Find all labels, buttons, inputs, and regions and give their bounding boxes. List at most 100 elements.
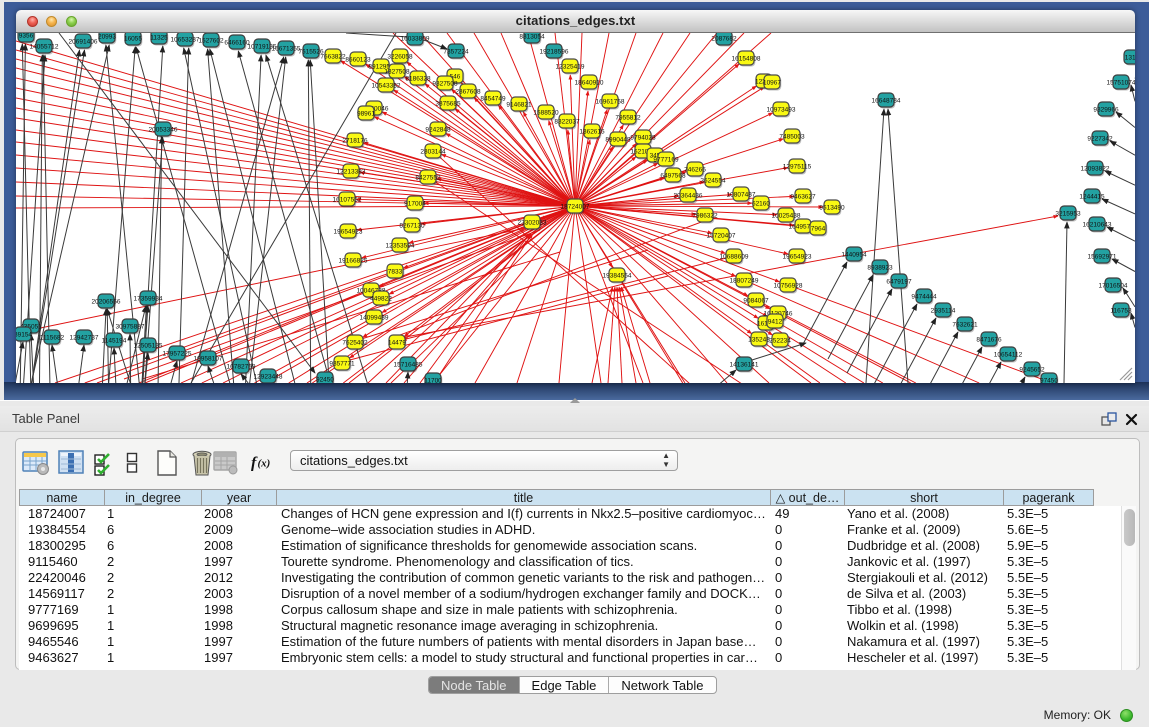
svg-text:10958107: 10958107 xyxy=(194,355,223,362)
svg-text:16648784: 16648784 xyxy=(872,97,901,104)
svg-text:1115682: 1115682 xyxy=(40,334,65,341)
svg-text:14136141: 14136141 xyxy=(730,361,759,368)
svg-text:9513490: 9513490 xyxy=(819,204,845,211)
svg-text:9777169: 9777169 xyxy=(653,156,679,163)
svg-text:20364436: 20364436 xyxy=(674,192,703,199)
svg-text:8186328: 8186328 xyxy=(405,75,431,82)
svg-text:7485003: 7485003 xyxy=(779,133,805,140)
svg-text:252234: 252234 xyxy=(769,337,791,344)
svg-text:9245652: 9245652 xyxy=(1019,366,1045,373)
svg-text:9463627: 9463627 xyxy=(790,193,816,200)
svg-text:10654112: 10654112 xyxy=(994,351,1023,358)
svg-text:3226058: 3226058 xyxy=(387,53,413,60)
svg-text:6479197: 6479197 xyxy=(886,278,912,285)
svg-text:19166825: 19166825 xyxy=(339,257,368,264)
svg-text:1244415: 1244415 xyxy=(1079,193,1105,200)
svg-text:1327508: 1327508 xyxy=(384,68,410,75)
svg-text:97450: 97450 xyxy=(1040,377,1058,383)
svg-text:11325: 11325 xyxy=(150,34,168,41)
svg-text:3215953: 3215953 xyxy=(1055,210,1081,217)
svg-text:1527602: 1527602 xyxy=(198,37,224,44)
svg-text:7663822: 7663822 xyxy=(320,53,346,60)
svg-text:11700: 11700 xyxy=(424,377,442,383)
svg-text:12325419: 12325419 xyxy=(556,63,585,70)
svg-text:17359934: 17359934 xyxy=(134,295,163,302)
svg-text:8454749: 8454749 xyxy=(480,95,506,102)
svg-text:18724007: 18724007 xyxy=(561,203,590,210)
svg-text:2718176: 2718176 xyxy=(342,137,368,144)
svg-text:10756928: 10756928 xyxy=(774,282,803,289)
svg-text:16210643: 16210643 xyxy=(1083,221,1112,228)
svg-text:9474444: 9474444 xyxy=(911,293,937,300)
svg-text:7357224: 7357224 xyxy=(443,48,469,55)
svg-text:12975115: 12975115 xyxy=(783,163,812,170)
svg-text:1145194: 1145194 xyxy=(102,337,127,344)
svg-text:14099489: 14099489 xyxy=(360,314,389,321)
svg-text:23302033: 23302033 xyxy=(518,219,547,226)
svg-text:15720407: 15720407 xyxy=(707,232,736,239)
svg-text:8427552: 8427552 xyxy=(415,174,441,181)
svg-text:7625402: 7625402 xyxy=(342,339,368,346)
svg-text:98961: 98961 xyxy=(357,110,375,117)
svg-text:18807249: 18807249 xyxy=(730,277,759,284)
svg-text:10025438: 10025438 xyxy=(772,212,801,219)
svg-text:10973493: 10973493 xyxy=(767,106,796,113)
svg-text:20993: 20993 xyxy=(98,33,116,40)
svg-text:19654923: 19654923 xyxy=(783,253,812,260)
svg-text:1317: 1317 xyxy=(1125,54,1135,61)
svg-text:449822: 449822 xyxy=(370,295,392,302)
svg-text:16782759: 16782759 xyxy=(227,363,256,370)
svg-text:9356: 9356 xyxy=(19,33,34,39)
svg-text:7632621: 7632621 xyxy=(952,321,978,328)
svg-text:9329966: 9329966 xyxy=(1093,106,1119,113)
svg-text:7964: 7964 xyxy=(811,225,826,232)
svg-text:2087682: 2087682 xyxy=(711,35,737,42)
svg-text:9242848: 9242848 xyxy=(425,126,451,133)
svg-text:62160: 62160 xyxy=(752,200,770,207)
svg-text:20053346: 20053346 xyxy=(149,126,178,133)
svg-text:135248: 135248 xyxy=(748,336,770,343)
svg-text:18640910: 18640910 xyxy=(575,79,604,86)
svg-text:16055: 16055 xyxy=(124,35,142,42)
svg-text:20691406: 20691406 xyxy=(69,38,98,45)
svg-text:8990448: 8990448 xyxy=(605,136,631,143)
svg-text:19654923: 19654923 xyxy=(334,228,363,235)
svg-text:19218596: 19218596 xyxy=(540,48,569,55)
svg-text:8660123: 8660123 xyxy=(345,56,371,63)
svg-text:8322037: 8322037 xyxy=(554,118,580,125)
svg-text:2803144: 2803144 xyxy=(420,148,446,155)
svg-text:17957225: 17957225 xyxy=(163,350,192,357)
svg-text:9084067: 9084067 xyxy=(743,297,769,304)
svg-text:19384554: 19384554 xyxy=(603,272,632,279)
svg-text:12353594: 12353594 xyxy=(386,242,415,249)
svg-text:(x): (x) xyxy=(258,458,271,470)
svg-text:16961758: 16961758 xyxy=(596,98,625,105)
svg-text:16671355: 16671355 xyxy=(272,45,301,52)
svg-text:9857771: 9857771 xyxy=(329,360,355,367)
svg-text:12505135: 12505135 xyxy=(134,342,163,349)
svg-text:14479: 14479 xyxy=(388,339,406,346)
svg-text:3624554: 3624554 xyxy=(700,177,726,184)
svg-text:9146821: 9146821 xyxy=(506,101,532,108)
svg-text:16107552: 16107552 xyxy=(333,196,362,203)
svg-text:6466160: 6466160 xyxy=(224,39,250,46)
svg-text:15751074: 15751074 xyxy=(1107,79,1135,86)
svg-text:1362615: 1362615 xyxy=(579,128,605,135)
svg-text:92450: 92450 xyxy=(316,376,334,383)
svg-text:3875685: 3875685 xyxy=(435,100,461,107)
svg-text:9227342: 9227342 xyxy=(1087,135,1113,142)
svg-text:116753: 116753 xyxy=(1110,307,1132,314)
svg-text:10688609: 10688609 xyxy=(720,253,749,260)
svg-text:15716485: 15716485 xyxy=(394,361,423,368)
svg-text:6497568: 6497568 xyxy=(660,172,686,179)
svg-text:17016504: 17016504 xyxy=(1099,282,1128,289)
svg-text:30975887: 30975887 xyxy=(116,323,145,330)
svg-text:8471676: 8471676 xyxy=(976,336,1002,343)
svg-text:12093822: 12093822 xyxy=(1081,165,1110,172)
svg-text:15692971: 15692971 xyxy=(1088,253,1117,260)
svg-text:2867608: 2867608 xyxy=(455,88,481,95)
svg-text:12923448: 12923448 xyxy=(254,373,283,380)
svg-text:10543382: 10543382 xyxy=(372,82,401,89)
svg-text:1440954: 1440954 xyxy=(841,251,867,258)
svg-text:10967: 10967 xyxy=(763,79,781,86)
